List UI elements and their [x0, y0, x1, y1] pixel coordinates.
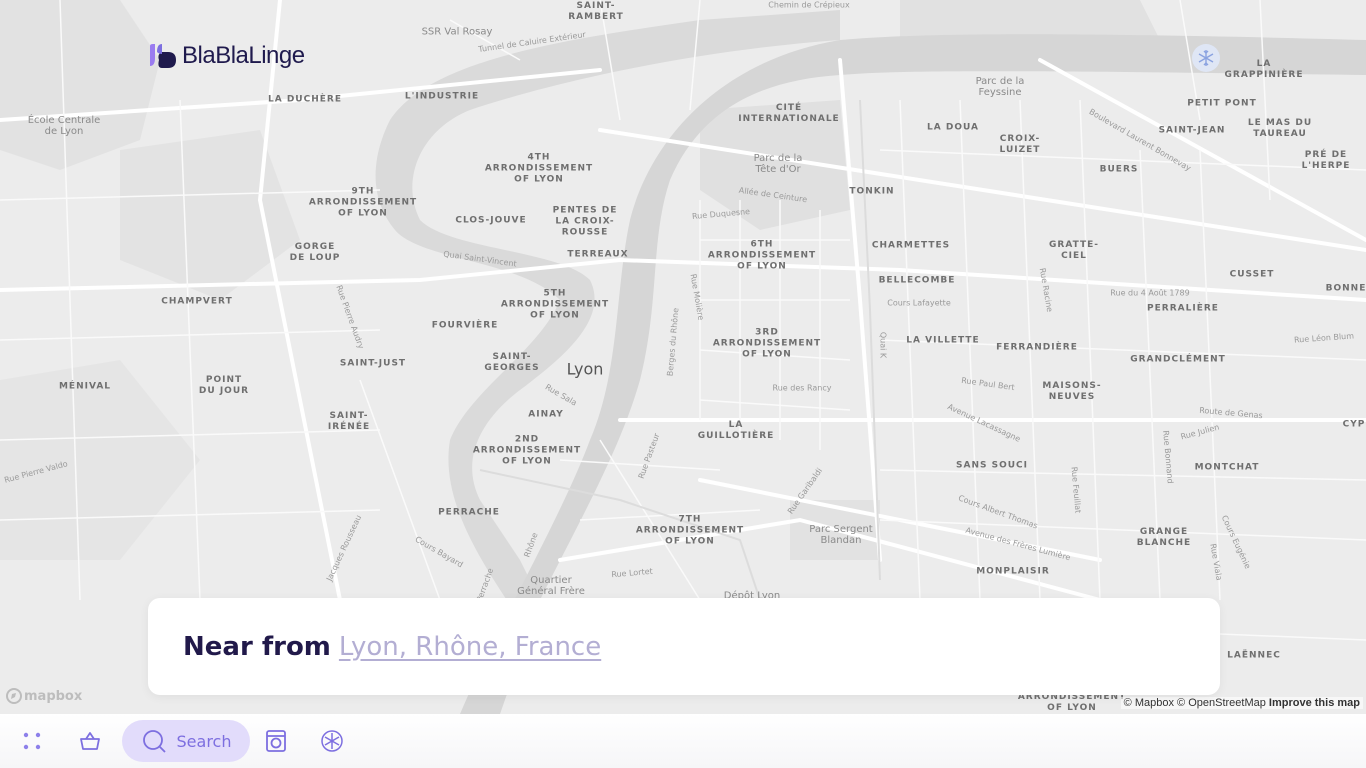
district-label: 2ND ARRONDISSEMENT OF LYON: [472, 434, 582, 467]
map-attribution: © Mapbox © OpenStreetMap Improve this ma…: [1120, 697, 1363, 709]
logo-text: BlaBlaLinge: [182, 42, 305, 69]
district-label: MONPLAISIR: [976, 566, 1050, 577]
district-label: CROIX- LUIZET: [999, 134, 1041, 155]
district-label: L'INDUSTRIE: [404, 91, 480, 102]
grid-dots-icon: [23, 732, 41, 750]
attribution-osm[interactable]: © OpenStreetMap: [1177, 697, 1266, 709]
poi-label: Parc de la Tête d'Or: [753, 153, 803, 175]
district-label: ARRONDISSEMENT OF LYON: [1017, 692, 1127, 713]
district-label: FOURVIÈRE: [431, 320, 499, 331]
district-label: PETIT PONT: [1187, 98, 1257, 109]
street-label: Chemin de Crépieux: [768, 0, 850, 10]
street-label: Rue du 4 Août 1789: [1110, 288, 1190, 298]
nav-basket-button[interactable]: [70, 720, 110, 762]
district-label: CUSSET: [1229, 269, 1275, 280]
snowflake-icon: [321, 730, 343, 752]
district-label: 5TH ARRONDISSEMENT OF LYON: [500, 288, 610, 321]
street-label: Quai K: [878, 331, 888, 359]
district-label: CHAMPVERT: [161, 296, 233, 307]
district-label: 7TH ARRONDISSEMENT OF LYON: [635, 514, 745, 547]
poi-label: École Centrale de Lyon: [27, 115, 101, 137]
district-label: PERRALIÈRE: [1147, 303, 1219, 314]
district-label: MAISONS- NEUVES: [1042, 381, 1102, 402]
poi-label: Parc de la Feyssine: [975, 76, 1025, 98]
mapbox-logo-text: mapbox: [24, 688, 83, 704]
attribution-mapbox[interactable]: © Mapbox: [1124, 697, 1174, 709]
district-label: LA VILLETTE: [906, 335, 980, 346]
logo-mark-icon: [148, 42, 178, 70]
district-label: BONNE: [1325, 283, 1366, 294]
city-label: Lyon: [566, 359, 604, 379]
district-label: PERRACHE: [438, 507, 500, 518]
map-marker-snowflake-icon[interactable]: [1192, 44, 1220, 72]
district-label: LA DUCHÈRE: [268, 94, 342, 105]
mapbox-logo-icon: [6, 688, 22, 704]
district-label: SAINT- GEORGES: [484, 352, 540, 373]
district-label: BELLECOMBE: [878, 275, 956, 286]
district-label: GRATTE- CIEL: [1049, 240, 1099, 261]
district-label: MÉNIVAL: [58, 381, 112, 392]
district-label: POINT DU JOUR: [198, 375, 250, 396]
district-label: CYP: [1342, 419, 1366, 430]
district-label: LAËNNEC: [1227, 650, 1281, 661]
nav-machine-button[interactable]: [256, 720, 296, 762]
poi-label: Quartier Général Frère: [517, 575, 585, 597]
district-label: PRÉ DE L'HERPE: [1301, 150, 1351, 171]
district-label: PENTES DE LA CROIX- ROUSSE: [552, 205, 618, 238]
district-label: LA GRAPPINIÈRE: [1224, 59, 1304, 80]
district-label: 9TH ARRONDISSEMENT OF LYON: [308, 186, 418, 219]
district-label: SAINT-JUST: [339, 358, 407, 369]
district-label: LA DOUA: [927, 122, 979, 133]
mapbox-logo[interactable]: mapbox: [6, 688, 82, 704]
district-label: 3RD ARRONDISSEMENT OF LYON: [712, 327, 822, 360]
poi-label: SSR Val Rosay: [421, 26, 493, 38]
district-label: BUERS: [1099, 164, 1139, 175]
district-label: GRANDCLÉMENT: [1130, 354, 1226, 365]
district-label: SAINT-JEAN: [1158, 125, 1226, 136]
district-label: SAINT- RAMBERT: [568, 1, 624, 22]
district-label: SANS SOUCI: [956, 460, 1028, 471]
washing-machine-icon: [266, 730, 286, 752]
bottom-navigation: Search: [0, 714, 1366, 768]
district-label: SAINT- IRÉNÉE: [327, 411, 371, 432]
location-prefix: Near from: [183, 631, 331, 662]
nav-search-label: Search: [176, 731, 232, 751]
district-label: 4TH ARRONDISSEMENT OF LYON: [484, 152, 594, 185]
search-icon: [142, 730, 166, 753]
district-label: FERRANDIÈRE: [996, 342, 1078, 353]
district-label: MONTCHAT: [1194, 462, 1260, 473]
location-card: Near from Lyon, Rhône, France: [148, 598, 1220, 695]
nav-search-button[interactable]: Search: [122, 720, 250, 762]
brand-logo[interactable]: BlaBlaLinge: [148, 42, 305, 70]
district-label: 6TH ARRONDISSEMENT OF LYON: [707, 239, 817, 272]
district-label: CITÉ INTERNATIONALE: [738, 103, 840, 124]
district-label: AINAY: [528, 409, 564, 420]
district-label: TONKIN: [849, 186, 895, 197]
district-label: LE MAS DU TAUREAU: [1247, 118, 1313, 139]
poi-label: Parc Sergent Blandan: [809, 524, 873, 546]
district-label: GORGE DE LOUP: [289, 242, 341, 263]
nav-snowflake-button[interactable]: [312, 720, 352, 762]
street-label: Rue des Rancy: [772, 383, 832, 393]
basket-icon: [80, 732, 100, 750]
nav-menu-button[interactable]: [14, 720, 50, 762]
district-label: TERREAUX: [567, 249, 629, 260]
district-label: CLOS-JOUVE: [455, 215, 527, 226]
street-label: Cours Lafayette: [887, 298, 951, 308]
district-label: LA GUILLOTIÈRE: [697, 420, 775, 441]
improve-map-link[interactable]: Improve this map: [1269, 697, 1360, 709]
district-label: CHARMETTES: [871, 240, 951, 251]
map-view[interactable]: SAINT- RAMBERT LA DUCHÈRE L'INDUSTRIE CITÉ …: [0, 0, 1366, 714]
district-label: GRANGE BLANCHE: [1136, 527, 1192, 548]
location-link[interactable]: Lyon, Rhône, France: [339, 632, 601, 662]
